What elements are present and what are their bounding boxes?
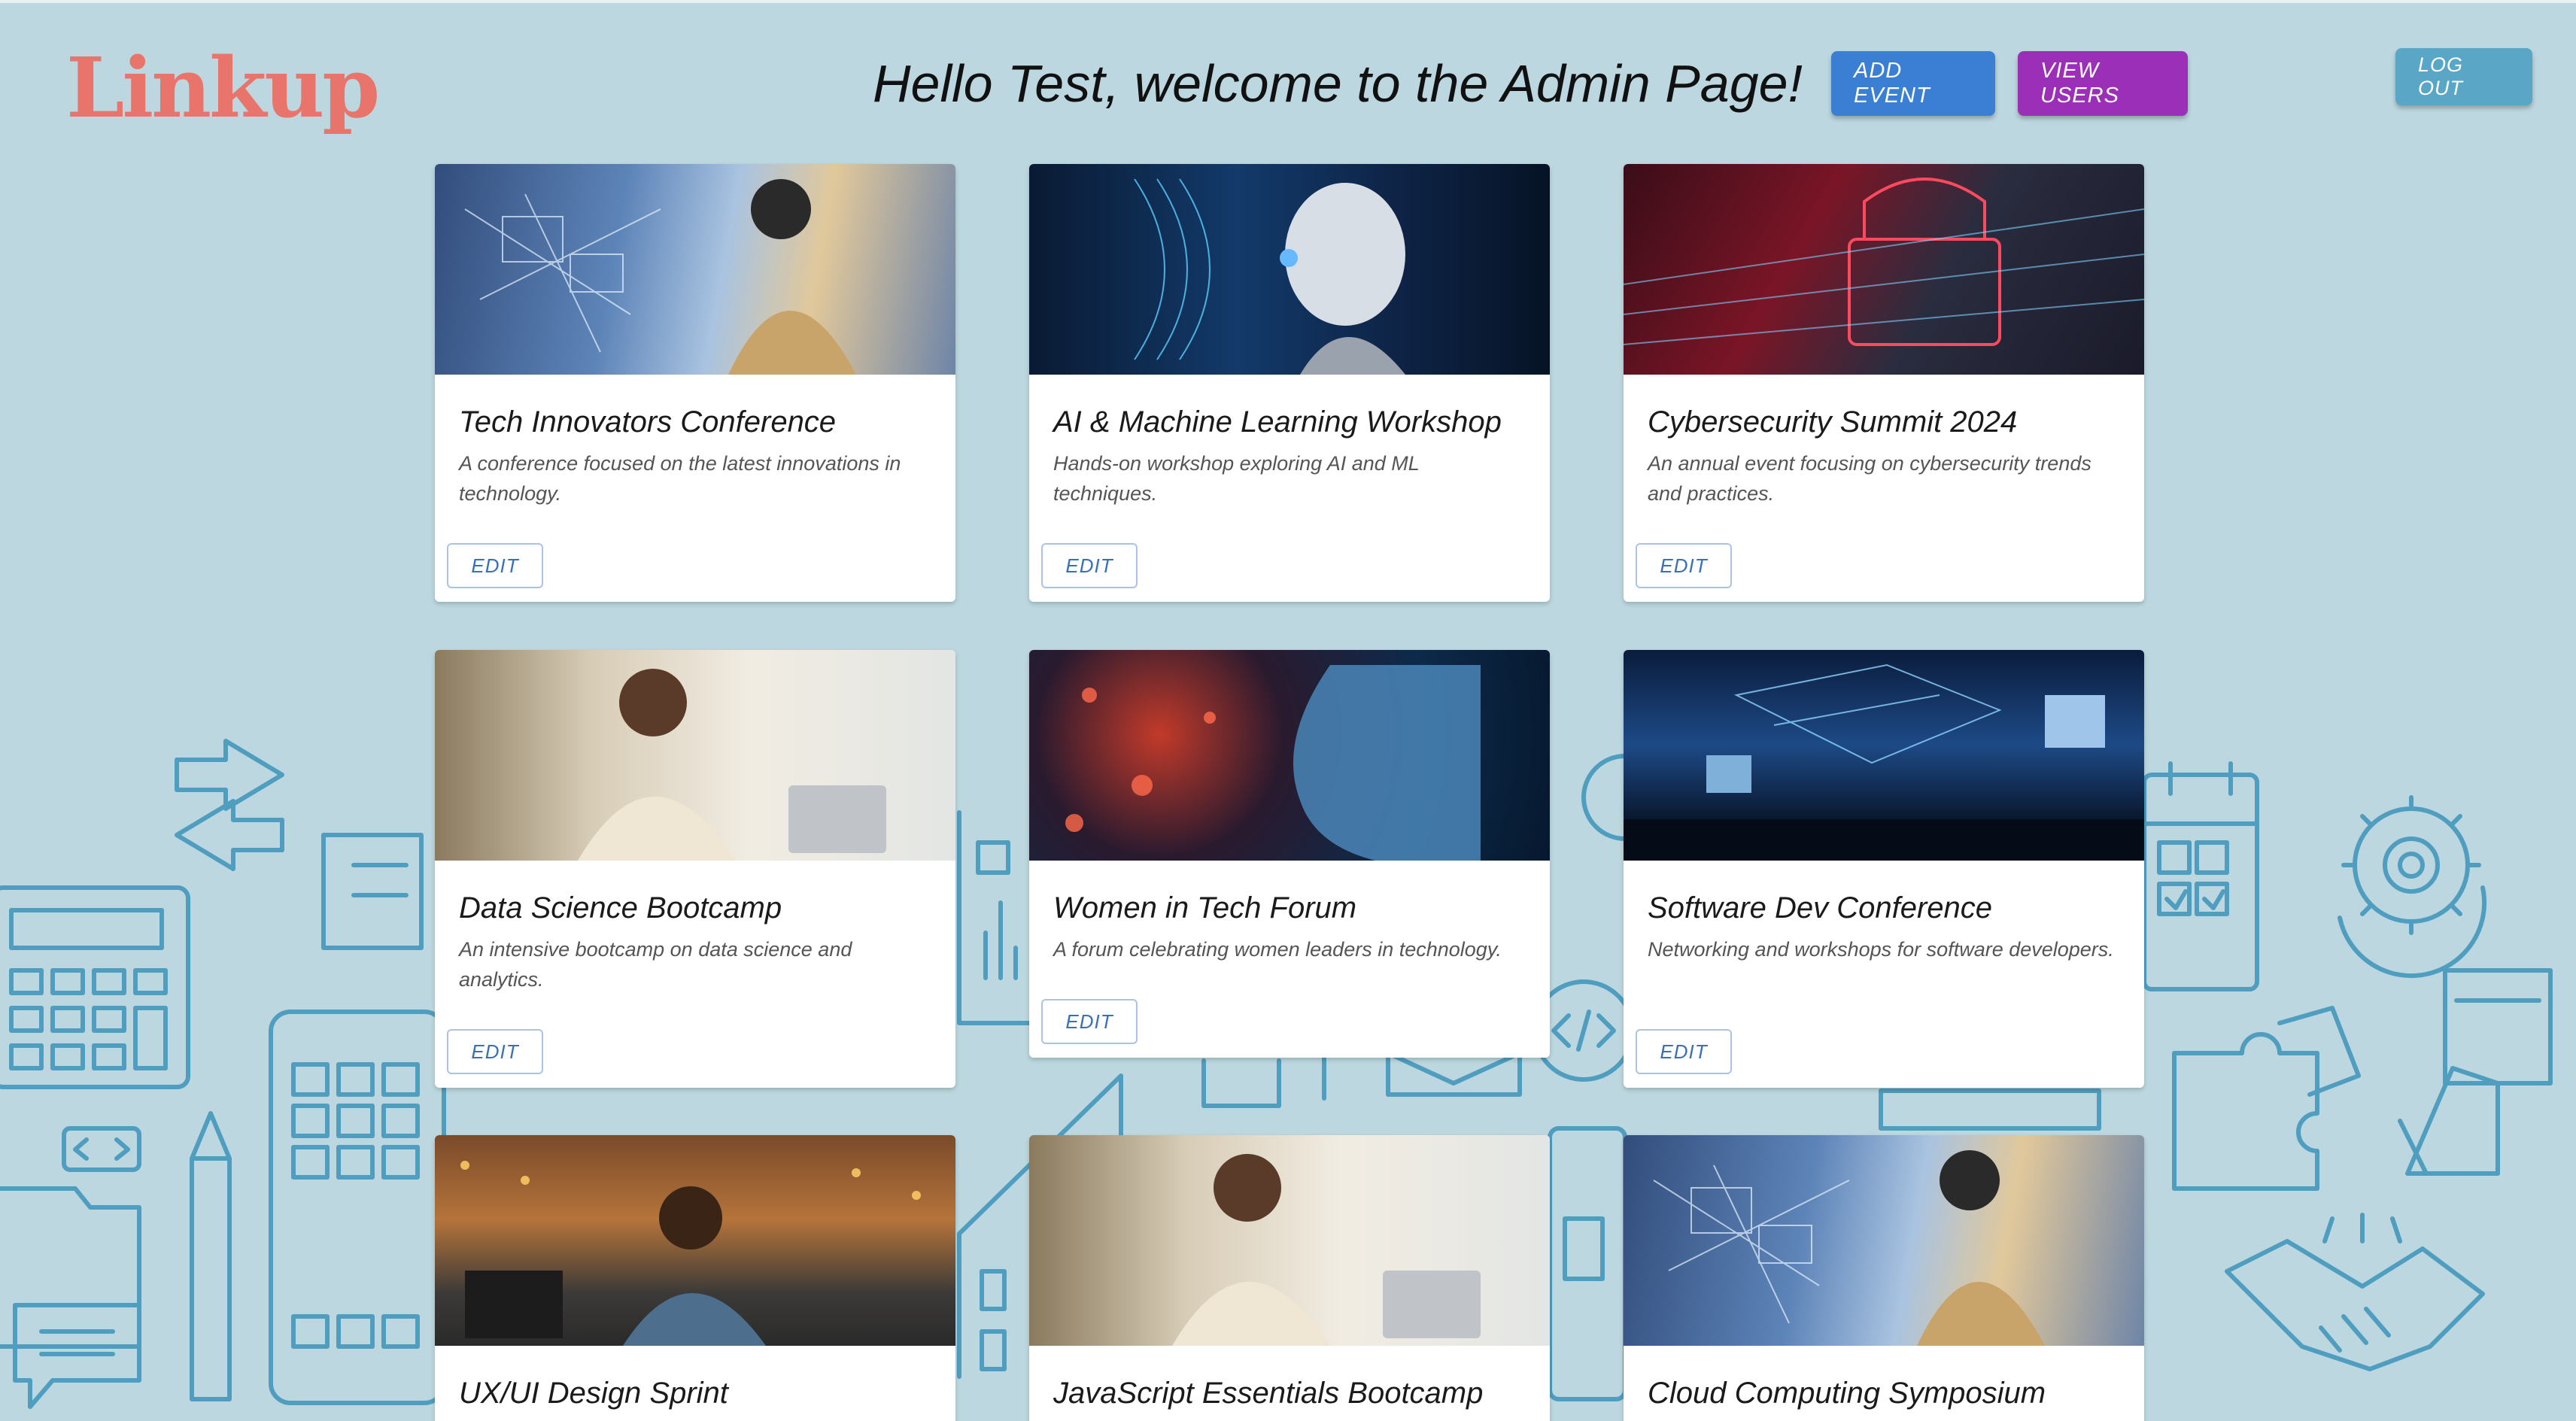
edit-event-button[interactable]: EDIT — [1636, 543, 1732, 588]
event-description: Hands-on workshop exploring AI and ML te… — [1053, 452, 1420, 505]
event-image-digital-face — [1029, 650, 1550, 861]
event-image-woman-holographic-interface — [1624, 1135, 2144, 1346]
event-image-padlock-circuit — [1624, 164, 2144, 375]
event-card: JavaScript Essentials Bootcamp — [1029, 1135, 1550, 1421]
edit-event-button[interactable]: EDIT — [447, 543, 543, 588]
event-title: Software Dev Conference — [1648, 891, 1993, 925]
event-description: An intensive bootcamp on data science an… — [459, 938, 852, 991]
event-card: Cybersecurity Summit 2024 An annual even… — [1624, 164, 2144, 602]
event-title: Cybersecurity Summit 2024 — [1648, 405, 2018, 439]
event-title: UX/UI Design Sprint — [459, 1377, 728, 1410]
brand-logo[interactable]: Linkup — [66, 39, 380, 136]
event-image-woman-laptop — [435, 650, 955, 861]
event-image-woman-holographic-interface — [435, 164, 955, 375]
edit-event-button[interactable]: EDIT — [1041, 999, 1138, 1044]
event-image-man-coding-laptop — [435, 1135, 955, 1346]
event-title: JavaScript Essentials Bootcamp — [1053, 1377, 1484, 1410]
edit-event-button[interactable]: EDIT — [1041, 543, 1138, 588]
event-title: AI & Machine Learning Workshop — [1053, 405, 1502, 439]
welcome-heading: Hello Test, welcome to the Admin Page! — [873, 54, 1803, 113]
event-card: Tech Innovators Conference A conference … — [435, 164, 955, 602]
event-image-robot-thinking — [1029, 164, 1550, 375]
event-card: Data Science Bootcamp An intensive bootc… — [435, 650, 955, 1088]
event-title: Cloud Computing Symposium — [1648, 1377, 2046, 1410]
view-users-button[interactable]: VIEW USERS — [2018, 51, 2189, 116]
event-description: Networking and workshops for software de… — [1648, 938, 2114, 961]
event-image-conference-stage — [1624, 650, 2144, 861]
event-description: A conference focused on the latest innov… — [459, 452, 901, 505]
add-event-button[interactable]: ADD EVENT — [1831, 51, 1996, 116]
event-image-woman-laptop — [1029, 1135, 1550, 1346]
edit-event-button[interactable]: EDIT — [1636, 1029, 1732, 1074]
event-title: Women in Tech Forum — [1053, 891, 1357, 925]
edit-event-button[interactable]: EDIT — [447, 1029, 543, 1074]
event-card: AI & Machine Learning Workshop Hands-on … — [1029, 164, 1550, 602]
event-card: Software Dev Conference Networking and w… — [1624, 650, 2144, 1088]
page-header: Hello Test, welcome to the Admin Page! A… — [873, 50, 2189, 117]
event-title: Tech Innovators Conference — [459, 405, 837, 439]
event-description: An annual event focusing on cybersecurit… — [1648, 452, 2091, 505]
event-card: Cloud Computing Symposium — [1624, 1135, 2144, 1421]
event-description: A forum celebrating women leaders in tec… — [1053, 938, 1502, 961]
event-card: Women in Tech Forum A forum celebrating … — [1029, 650, 1550, 1058]
event-title: Data Science Bootcamp — [459, 891, 782, 925]
event-card: UX/UI Design Sprint — [435, 1135, 955, 1421]
logout-button[interactable]: LOG OUT — [2395, 48, 2532, 105]
